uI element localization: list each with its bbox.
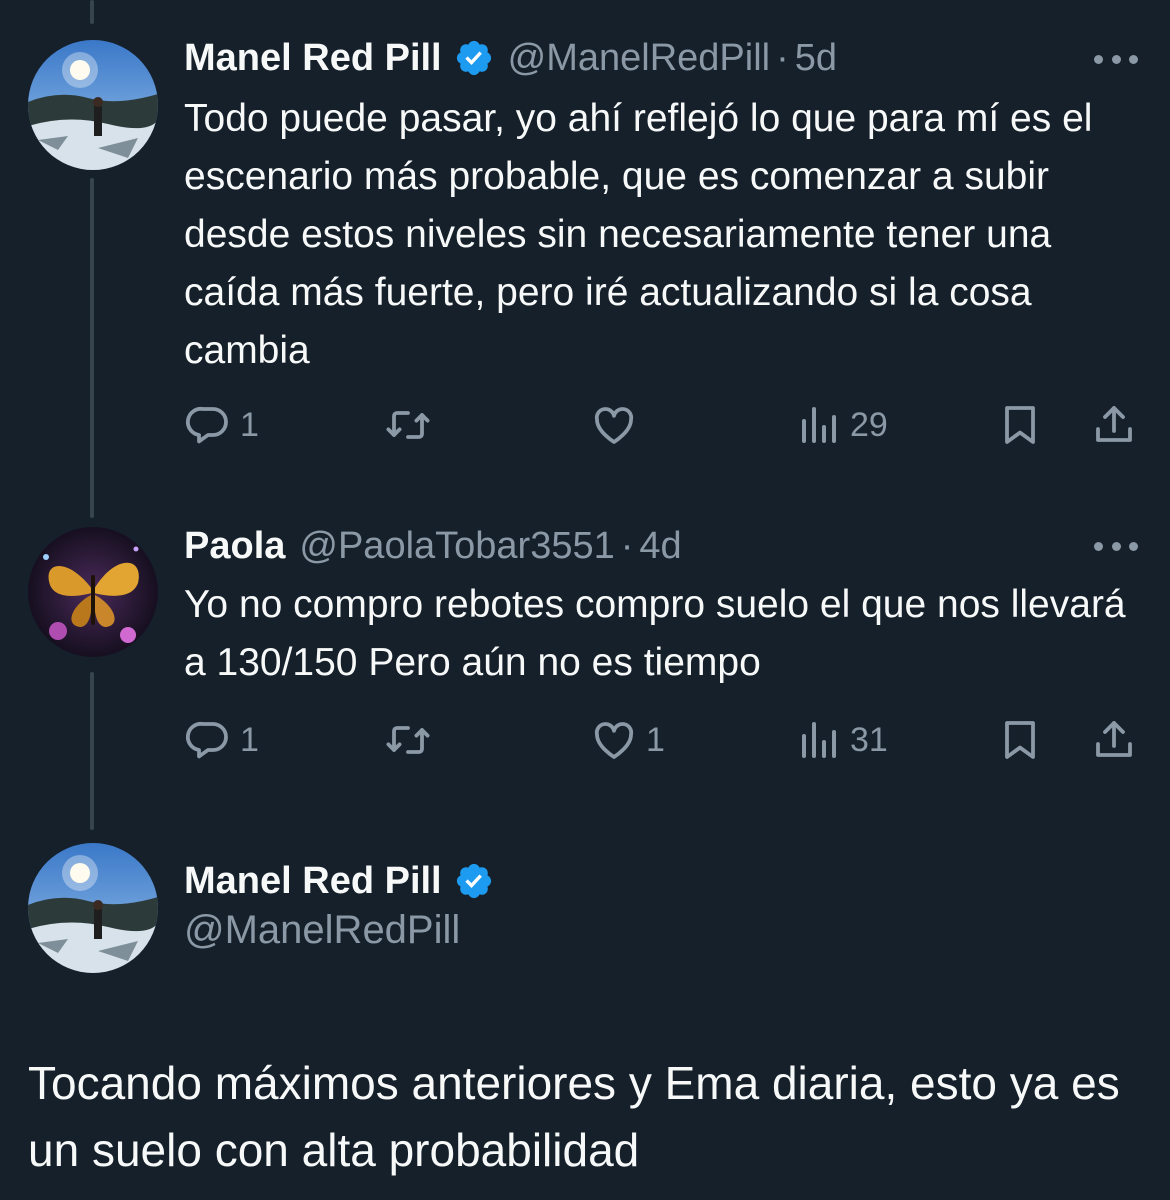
- verified-badge-icon: [456, 40, 491, 76]
- thread-line: [90, 672, 94, 830]
- tweet-header: Manel Red Pill @ManelRedPill · 5d: [184, 34, 837, 82]
- like-button[interactable]: 1: [590, 715, 665, 765]
- retweet-icon: [386, 726, 430, 754]
- views-button[interactable]: 31: [794, 715, 888, 765]
- verified-badge-icon: [456, 863, 491, 899]
- views-count: 31: [850, 720, 888, 759]
- heart-icon: [594, 407, 634, 444]
- thread-line-top: [90, 0, 94, 24]
- more-icon[interactable]: [1094, 539, 1138, 553]
- avatar[interactable]: [28, 40, 158, 170]
- tweet-text: Tocando máximos anteriores y Ema diaria,…: [28, 1057, 1120, 1176]
- separator-dot: ·: [776, 37, 789, 79]
- reply-count: 1: [240, 720, 259, 759]
- tweet-text: Todo puede pasar, yo ahí reflejó lo que …: [184, 97, 1093, 372]
- bookmark-button[interactable]: [996, 400, 1044, 450]
- thread-line: [90, 178, 94, 518]
- views-icon: [802, 407, 836, 443]
- retweet-button[interactable]: [384, 400, 440, 450]
- like-button[interactable]: [590, 400, 646, 450]
- timestamp[interactable]: 4d: [639, 522, 681, 570]
- views-icon: [802, 722, 836, 758]
- tweet-actions: 1 1 31: [184, 715, 1140, 765]
- reply-icon: [185, 406, 228, 444]
- reply-count: 1: [240, 405, 259, 444]
- user-handle[interactable]: @PaolaTobar3551: [299, 522, 614, 570]
- display-name[interactable]: Manel Red Pill: [184, 34, 442, 82]
- retweet-button[interactable]: [384, 715, 440, 765]
- retweet-icon: [386, 411, 430, 439]
- tweet-actions: 1 29: [184, 400, 1140, 450]
- tweet-header: Paola @PaolaTobar3551 · 4d: [184, 522, 682, 570]
- timestamp[interactable]: 5d: [795, 34, 837, 82]
- tweet-header: Manel Red Pill: [184, 857, 494, 905]
- user-handle[interactable]: @ManelRedPill: [508, 34, 770, 82]
- more-icon[interactable]: [1094, 52, 1138, 66]
- reply-icon: [185, 721, 228, 759]
- separator-dot: ·: [620, 525, 634, 567]
- views-button[interactable]: 29: [794, 400, 888, 450]
- heart-icon: [594, 722, 634, 759]
- bookmark-icon: [1005, 406, 1035, 444]
- share-button[interactable]: [1090, 400, 1138, 450]
- reply-button[interactable]: 1: [184, 400, 259, 450]
- reply-button[interactable]: 1: [184, 715, 259, 765]
- avatar[interactable]: [28, 843, 158, 973]
- share-icon: [1096, 406, 1132, 442]
- bookmark-button[interactable]: [996, 715, 1044, 765]
- share-button[interactable]: [1090, 715, 1138, 765]
- views-count: 29: [850, 405, 888, 444]
- avatar[interactable]: [28, 527, 158, 657]
- display-name[interactable]: Manel Red Pill: [184, 857, 442, 905]
- display-name[interactable]: Paola: [184, 522, 285, 570]
- like-count: 1: [646, 720, 665, 759]
- bookmark-icon: [1005, 721, 1035, 759]
- share-icon: [1096, 721, 1132, 757]
- tweet-text: Yo no compro rebotes compro suelo el que…: [184, 583, 1126, 684]
- user-handle[interactable]: @ManelRedPill: [184, 908, 460, 953]
